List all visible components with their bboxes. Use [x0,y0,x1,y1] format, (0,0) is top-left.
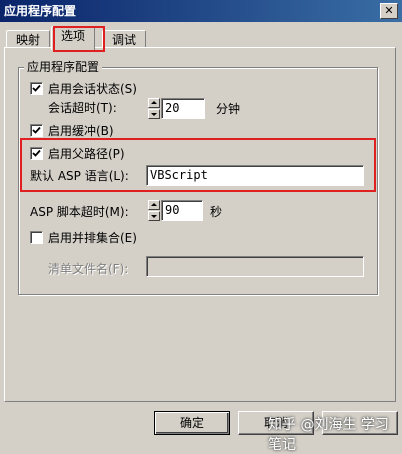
check-icon [32,126,41,134]
tab-label: 映射 [16,33,41,47]
window-title: 应用程序配置 [4,4,77,18]
tab-label: 选项 [61,29,86,43]
spin-up-button[interactable] [148,200,160,210]
check-icon [32,84,41,92]
enable-side-by-side-label: 启用并排集合(E) [48,231,137,245]
session-timeout-input[interactable]: 20 [161,98,205,119]
asp-script-timeout-spinner[interactable] [148,200,160,221]
ok-button[interactable]: 确定 [154,411,230,435]
manifest-file-name-label: 清单文件名(F): [48,262,129,276]
asp-script-timeout-label: ASP 脚本超时(M): [30,205,129,219]
session-timeout-label: 会话超时(T): [48,101,117,115]
check-icon [32,149,41,157]
window-title-bar: 应用程序配置 [0,0,402,22]
session-timeout-spinner[interactable] [148,98,160,119]
asp-script-timeout-input[interactable]: 90 [161,200,203,221]
enable-session-state-label: 启用会话状态(S) [48,82,137,96]
enable-side-by-side-checkbox[interactable] [30,231,43,244]
spin-down-button[interactable] [148,211,160,221]
arrow-up-icon [151,203,157,206]
arrow-down-icon [151,113,157,116]
enable-session-state-checkbox[interactable] [30,82,43,95]
enable-parent-paths-label: 启用父路径(P) [48,147,125,161]
arrow-up-icon [151,101,157,104]
asp-script-timeout-unit: 秒 [210,205,223,219]
group-title: 应用程序配置 [24,60,103,74]
manifest-file-name-input [146,256,364,277]
arrow-down-icon [151,215,157,218]
enable-parent-paths-checkbox[interactable] [30,147,43,160]
default-asp-language-label: 默认 ASP 语言(L): [30,169,129,183]
default-asp-language-input[interactable]: VBScript [146,165,364,186]
enable-buffering-label: 启用缓冲(B) [48,124,114,138]
enable-buffering-checkbox[interactable] [30,124,43,137]
tab-label: 调试 [112,33,137,47]
watermark-text: 知乎 @刘海生 学习笔记 [268,417,389,453]
close-icon[interactable]: ✕ [380,3,398,19]
session-timeout-unit: 分钟 [216,102,241,116]
spin-up-button[interactable] [148,98,160,108]
tab-options[interactable]: 选项 [51,26,96,50]
spin-down-button[interactable] [148,109,160,119]
